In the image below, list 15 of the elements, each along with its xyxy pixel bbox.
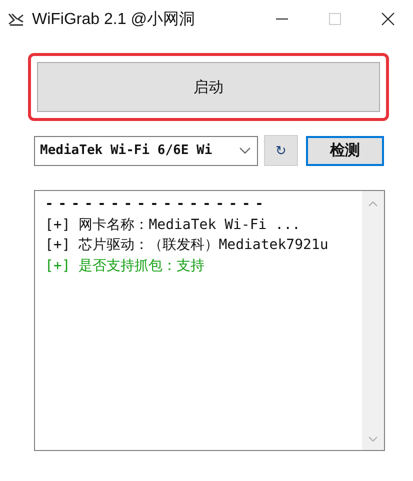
log-line: [+] 是否支持抓包：支持 [45, 256, 206, 276]
caret-icon [239, 146, 251, 154]
detect-button[interactable]: 检测 [306, 136, 384, 166]
log-line: [+] 网卡名称：MediaTek Wi-Fi ... [45, 216, 302, 234]
scroll-down-icon[interactable] [368, 436, 378, 442]
app-icon [8, 12, 24, 26]
scroll-up-icon[interactable] [368, 201, 378, 207]
scrollbar[interactable] [362, 191, 384, 450]
close-icon[interactable] [381, 12, 395, 26]
refresh-button[interactable]: ↻ [264, 135, 298, 166]
start-button[interactable]: 启动 [37, 62, 380, 112]
separator-line: ----------------- [45, 195, 270, 214]
log-line: [+] 芯片驱动：（联发科）Mediatek7921u [45, 236, 330, 255]
window-title: WiFiGrab 2.1 @小网洞 [32, 10, 195, 30]
adapter-dropdown[interactable]: MediaTek Wi-Fi 6/6E Wi [34, 136, 258, 166]
